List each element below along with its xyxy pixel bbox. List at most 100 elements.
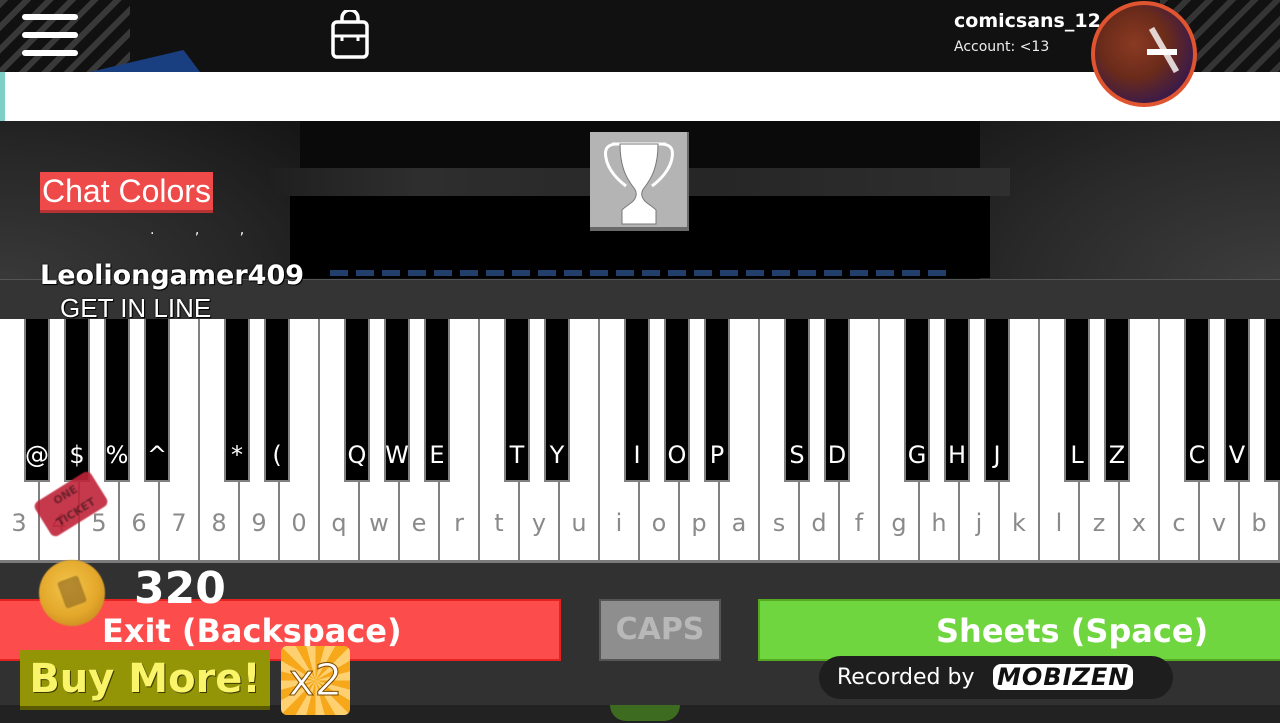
black-key[interactable]: $ xyxy=(64,319,90,482)
white-key-label: w xyxy=(369,509,389,537)
scene-wall-right xyxy=(980,120,1280,290)
black-key[interactable]: ^ xyxy=(144,319,170,482)
white-key-label: c xyxy=(1172,509,1186,537)
black-key[interactable]: Y xyxy=(544,319,570,482)
black-key[interactable]: H xyxy=(944,319,970,482)
white-key-label: u xyxy=(571,509,587,537)
account-age-label: Account: <13 xyxy=(954,39,1050,55)
black-key[interactable]: * xyxy=(224,319,250,482)
avatar-nametag xyxy=(1147,49,1177,55)
white-key-label: y xyxy=(531,509,547,537)
white-key-label: g xyxy=(891,509,907,537)
black-key-label: Q xyxy=(347,441,367,469)
white-key-label: x xyxy=(1131,509,1147,537)
white-key-label: l xyxy=(1055,509,1063,537)
white-key-label: z xyxy=(1092,509,1106,537)
black-key-label: E xyxy=(429,441,445,469)
caps-toggle-button[interactable]: CAPS xyxy=(599,599,721,661)
white-key-label: r xyxy=(454,509,464,537)
black-key[interactable]: G xyxy=(904,319,930,482)
white-key-label: k xyxy=(1012,509,1026,537)
watermark-text: Recorded by xyxy=(837,665,975,690)
black-key[interactable] xyxy=(1264,319,1280,482)
white-key-label: 3 xyxy=(11,509,27,537)
black-key[interactable]: V xyxy=(1224,319,1250,482)
coin-count: 320 xyxy=(134,563,226,614)
white-key-label: a xyxy=(731,509,747,537)
white-key-label: h xyxy=(931,509,947,537)
hamburger-menu-icon[interactable] xyxy=(22,13,78,57)
black-key-label: % xyxy=(105,441,129,469)
buy-more-button[interactable]: Buy More! xyxy=(20,650,270,710)
black-key-label: S xyxy=(789,441,805,469)
x2-multiplier-button[interactable]: x2 xyxy=(281,646,350,715)
black-key[interactable]: Q xyxy=(344,319,370,482)
white-key-label: 8 xyxy=(211,509,227,537)
trophy-button[interactable] xyxy=(590,132,689,231)
black-key[interactable]: Z xyxy=(1104,319,1130,482)
white-key-label: 0 xyxy=(291,509,307,537)
chat-truncated-text: . , , xyxy=(150,222,263,238)
notification-bar-accent xyxy=(0,72,5,121)
white-key-label: p xyxy=(691,509,707,537)
black-key-label: O xyxy=(667,441,687,469)
black-key[interactable]: S xyxy=(784,319,810,482)
trophy-icon xyxy=(604,142,674,225)
black-key-label: I xyxy=(633,441,641,469)
white-key-label: d xyxy=(811,509,827,537)
white-key-label: o xyxy=(651,509,667,537)
top-bar: comicsans_12 Account: <13 xyxy=(0,0,1280,72)
scene-green-object xyxy=(610,705,680,721)
black-key[interactable]: L xyxy=(1064,319,1090,482)
white-key-label: q xyxy=(331,509,347,537)
black-key[interactable]: T xyxy=(504,319,530,482)
black-key[interactable]: P xyxy=(704,319,730,482)
black-key-label: T xyxy=(509,441,525,469)
black-key-label: H xyxy=(947,441,967,469)
white-key-label: s xyxy=(772,509,786,537)
username-label: comicsans_12 xyxy=(954,10,1101,32)
black-key[interactable]: O xyxy=(664,319,690,482)
black-key-label: C xyxy=(1188,441,1206,469)
current-player-name: Leoliongamer409 xyxy=(40,260,305,291)
black-key-label: V xyxy=(1228,441,1246,469)
black-key[interactable]: ( xyxy=(264,319,290,482)
black-key[interactable]: I xyxy=(624,319,650,482)
coin-icon xyxy=(39,560,105,626)
black-key-label: J xyxy=(993,441,1001,469)
white-key-label: f xyxy=(854,509,864,537)
black-key[interactable]: J xyxy=(984,319,1010,482)
black-key[interactable]: % xyxy=(104,319,130,482)
scene-blue-lights xyxy=(330,270,950,276)
mobizen-logo: MOBIZEN xyxy=(993,664,1134,690)
white-key-label: t xyxy=(494,509,504,537)
black-key-label: * xyxy=(231,441,243,469)
black-key[interactable]: D xyxy=(824,319,850,482)
black-key-label: Y xyxy=(549,441,565,469)
black-key-label: W xyxy=(385,441,409,469)
white-key-label: i xyxy=(615,509,623,537)
backpack-icon[interactable] xyxy=(330,8,370,60)
black-key-label: Z xyxy=(1108,441,1126,469)
chat-colors-button[interactable]: Chat Colors xyxy=(40,172,213,213)
white-key-label: j xyxy=(975,509,983,537)
black-key-label: $ xyxy=(69,441,85,469)
black-key-label: D xyxy=(827,441,847,469)
black-key-label: P xyxy=(709,441,725,469)
white-key-label: e xyxy=(411,509,427,537)
white-key-label: v xyxy=(1211,509,1227,537)
white-key-label: b xyxy=(1251,509,1267,537)
white-key-label: 6 xyxy=(131,509,147,537)
black-key[interactable]: C xyxy=(1184,319,1210,482)
piano-keyboard: 34567890qwertyuiopasdfghjklzxcvb@$%^*(QW… xyxy=(0,319,1280,560)
sheets-button[interactable]: Sheets (Space) xyxy=(758,599,1280,661)
notification-bar xyxy=(0,72,1280,121)
black-key[interactable]: @ xyxy=(24,319,50,482)
white-key-label: 7 xyxy=(171,509,187,537)
white-key-label: 9 xyxy=(251,509,267,537)
black-key[interactable]: E xyxy=(424,319,450,482)
black-key-label: ( xyxy=(272,441,282,469)
black-key-label: L xyxy=(1070,441,1084,469)
avatar[interactable] xyxy=(1091,1,1197,107)
black-key[interactable]: W xyxy=(384,319,410,482)
